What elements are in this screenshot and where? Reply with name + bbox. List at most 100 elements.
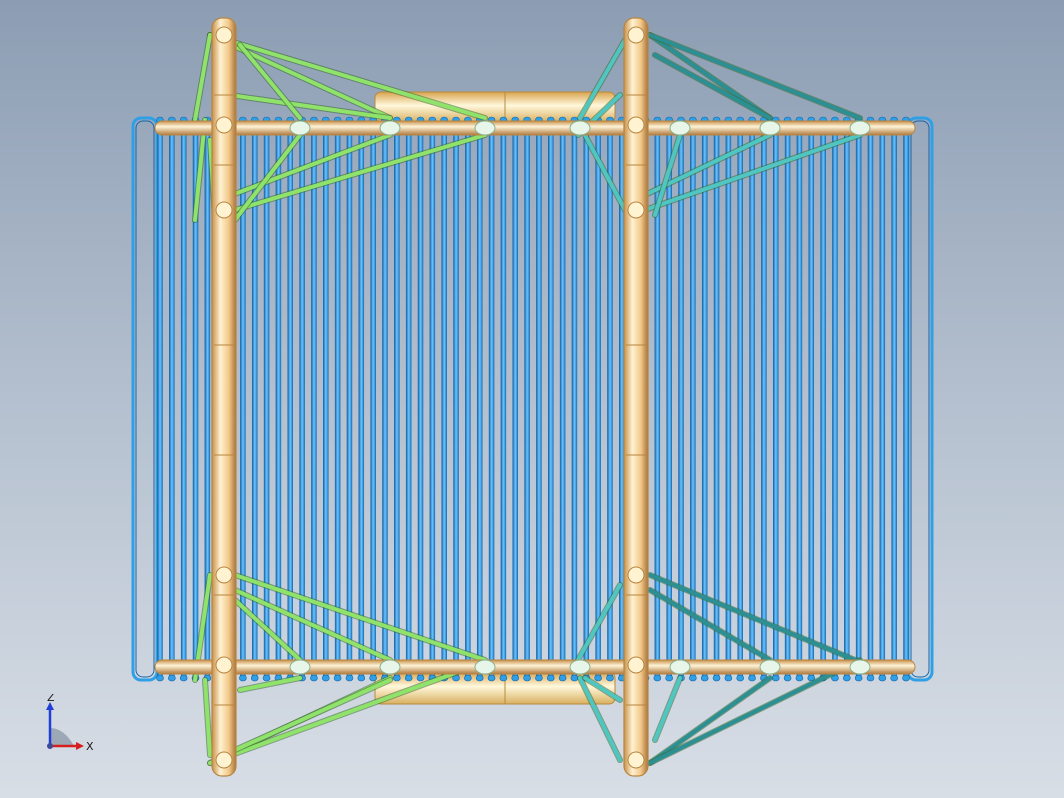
right-post-node — [627, 566, 645, 584]
left-post-node — [215, 656, 233, 674]
bar-bottom-end — [262, 674, 271, 682]
bar — [275, 121, 282, 679]
bar — [370, 121, 376, 679]
left-post-node — [215, 566, 233, 584]
bottom-rail-node — [289, 659, 311, 675]
left-upper-strut — [208, 33, 487, 120]
bottom-rail — [154, 659, 916, 675]
bar — [394, 121, 400, 679]
cad-viewport[interactable] — [0, 0, 1064, 798]
bar — [571, 121, 578, 679]
axis-triad: Z X — [46, 694, 94, 753]
bar-bottom-end — [878, 674, 887, 682]
bar — [583, 121, 590, 679]
bar-bottom-end — [653, 674, 662, 682]
bar — [157, 121, 163, 679]
right-post-node — [627, 26, 645, 44]
bar — [441, 121, 447, 679]
bar — [169, 121, 175, 679]
bar — [417, 121, 424, 679]
bar — [666, 121, 672, 679]
bar-bottom-end — [606, 674, 614, 682]
right-post-node — [627, 201, 645, 219]
bar — [784, 121, 791, 679]
top-rail — [154, 120, 916, 136]
triad-origin-icon — [47, 743, 53, 749]
bottom-rail-node — [759, 659, 781, 675]
bar-bottom-end — [736, 674, 745, 682]
bar-bottom-end — [546, 674, 555, 682]
top-rail-node — [289, 120, 311, 136]
bar — [844, 121, 850, 679]
bar — [548, 121, 554, 679]
right-post-node — [627, 751, 645, 769]
bar-bottom-end — [416, 674, 425, 682]
right-end-cap — [906, 116, 934, 682]
bar — [382, 121, 388, 679]
bar-bottom-end — [357, 674, 366, 682]
x-axis-label: X — [86, 740, 94, 753]
bar — [867, 121, 874, 679]
bottom-rail-node — [474, 659, 496, 675]
bar-bottom-end — [511, 674, 520, 682]
right-lower-strut — [648, 676, 772, 765]
bar — [879, 121, 886, 679]
bar — [512, 121, 518, 679]
bar — [891, 121, 897, 679]
bar — [405, 121, 412, 679]
bar-bottom-end — [558, 674, 567, 682]
bar — [536, 121, 542, 679]
z-axis-label: Z — [47, 694, 55, 704]
bar-bottom-end — [156, 674, 164, 682]
bar — [808, 121, 815, 679]
bar — [263, 121, 270, 679]
bar-bottom-end — [393, 674, 401, 682]
top-rail-node — [669, 120, 691, 136]
bar — [334, 121, 341, 679]
bar — [346, 121, 353, 679]
bar-bottom-end — [464, 674, 472, 682]
left-post-node — [215, 116, 233, 134]
left-end-cap — [131, 116, 159, 682]
bar-bottom-end — [179, 674, 188, 682]
top-rail-node — [569, 120, 591, 136]
bar-bottom-end — [890, 674, 898, 682]
right-end-cap-inner — [910, 120, 930, 678]
right-upper-strut — [653, 53, 772, 120]
bar-bottom-end — [724, 674, 733, 682]
bar — [358, 121, 365, 679]
bar — [749, 121, 755, 679]
bar-bottom-end — [168, 674, 176, 682]
bar — [713, 121, 720, 679]
bar — [559, 121, 566, 679]
top-rail-node — [849, 120, 871, 136]
x-arrow-icon — [76, 742, 84, 750]
bar-bottom-end — [310, 674, 318, 682]
bar-bottom-end — [487, 674, 496, 682]
bottom-rail-node — [569, 659, 591, 675]
right-post-node — [627, 656, 645, 674]
bar-bottom-end — [239, 674, 247, 682]
left-lower-strut — [233, 678, 392, 752]
top-rail-node — [759, 120, 781, 136]
bar — [500, 121, 507, 679]
left-lower-strut — [203, 678, 212, 757]
right-upper-strut — [583, 133, 627, 212]
bar-bottom-end — [902, 674, 910, 682]
bar — [465, 121, 471, 679]
top-rail-node — [474, 120, 496, 136]
bottom-rail-node — [849, 659, 871, 675]
bottom-rail-node — [669, 659, 691, 675]
bar — [820, 121, 826, 679]
bar — [772, 121, 779, 679]
bar — [311, 121, 317, 679]
bar-bottom-end — [700, 674, 709, 682]
top-rail-node — [379, 120, 401, 136]
bar — [855, 121, 862, 679]
bar-bottom-end — [345, 674, 354, 682]
bar — [761, 121, 767, 679]
bar-bottom-end — [333, 674, 342, 682]
bar — [595, 121, 601, 679]
bar — [725, 121, 732, 679]
bar-bottom-end — [523, 674, 531, 682]
